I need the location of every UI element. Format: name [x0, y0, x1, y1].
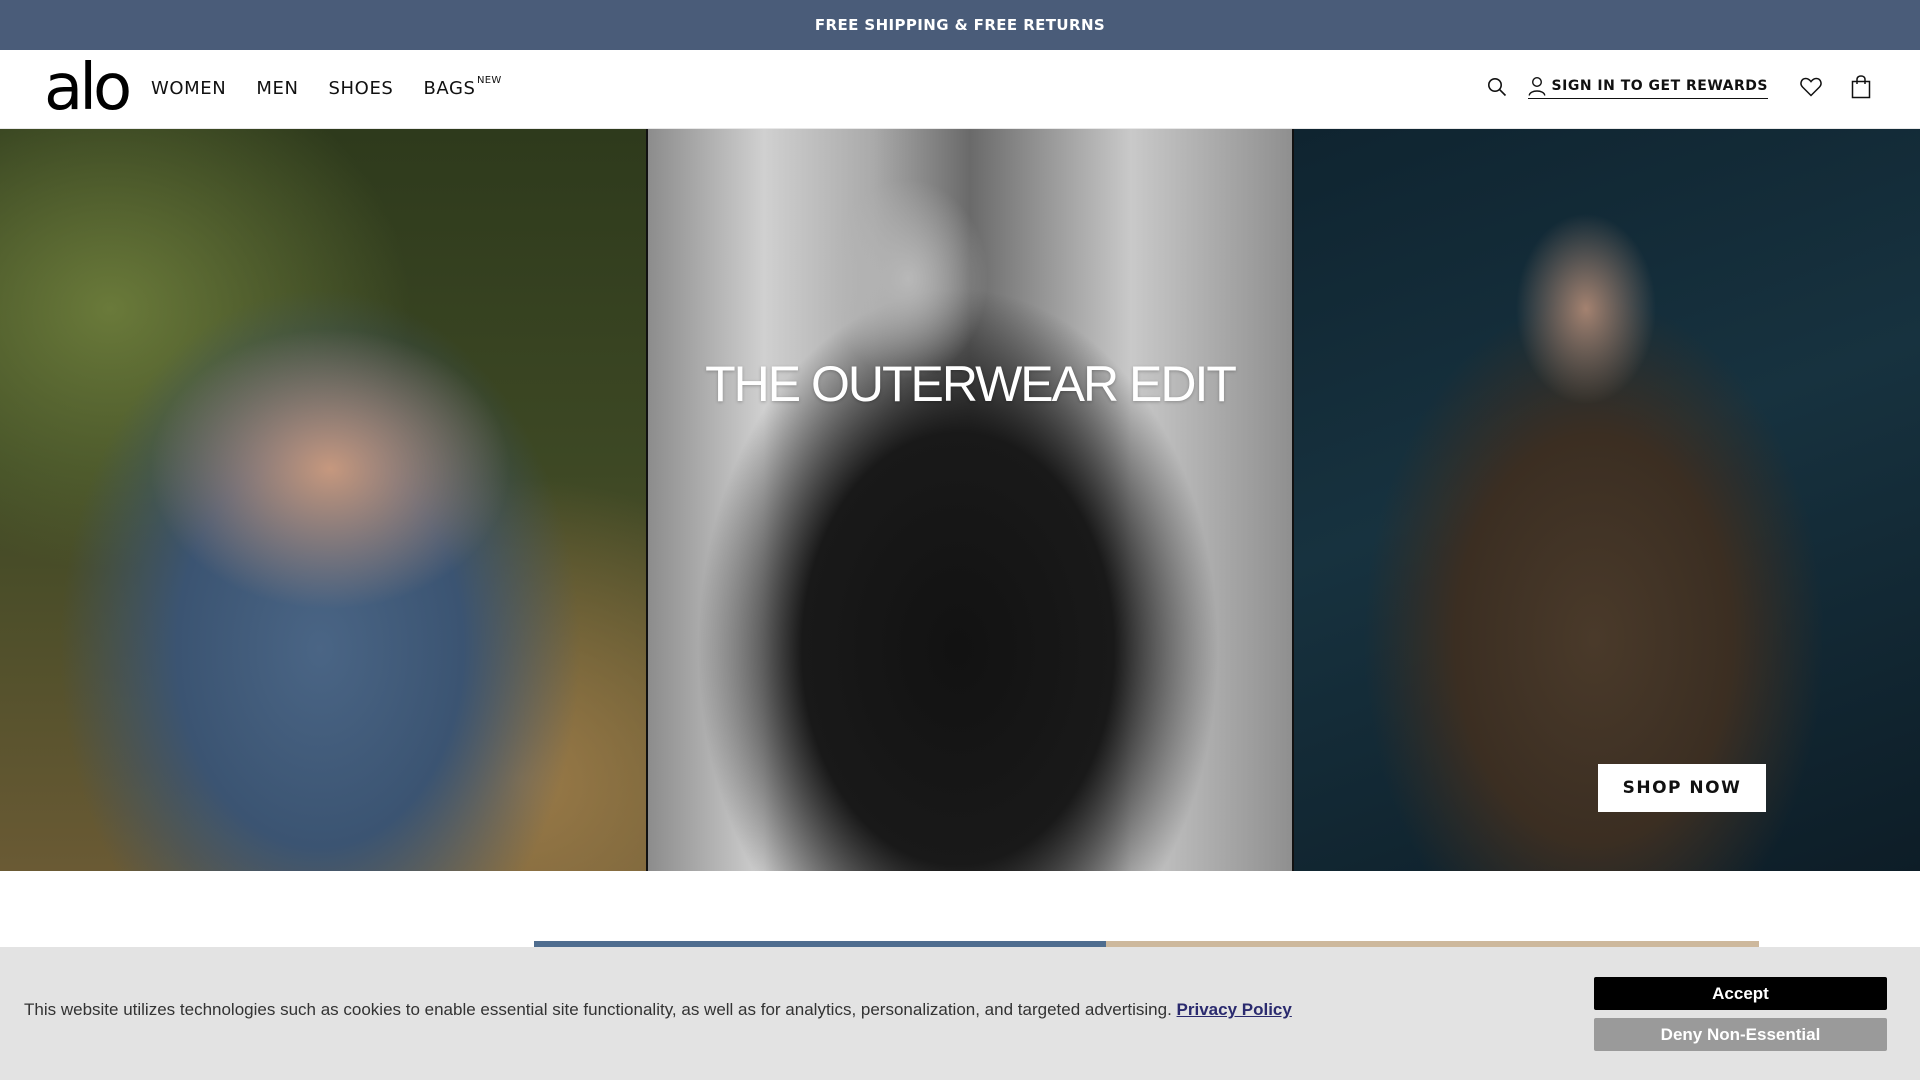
nav-item-women[interactable]: WOMEN	[151, 77, 226, 101]
header-actions: SIGN IN TO GET REWARDS	[1480, 70, 1878, 104]
sign-in-link[interactable]: SIGN IN TO GET REWARDS	[1527, 76, 1768, 99]
accept-button[interactable]: Accept	[1594, 977, 1887, 1010]
sign-in-label: SIGN IN TO GET REWARDS	[1551, 77, 1768, 94]
site-header: alo WOMEN MEN SHOES BAGS NEW SIGN IN TO …	[0, 50, 1920, 129]
hero-banner[interactable]	[0, 129, 1920, 871]
shopping-bag-icon[interactable]	[1844, 70, 1878, 104]
shop-now-button[interactable]: SHOP NOW	[1598, 764, 1766, 812]
nav-item-men[interactable]: MEN	[256, 77, 298, 101]
nav-item-label: MEN	[256, 78, 299, 99]
cookie-banner: This website utilizes technologies such …	[0, 947, 1920, 1080]
cookie-text: This website utilizes technologies such …	[24, 1000, 1172, 1019]
announcement-bar: FREE SHIPPING & FREE RETURNS	[0, 0, 1920, 50]
privacy-policy-link[interactable]: Privacy Policy	[1177, 1000, 1292, 1019]
hero-image-left	[0, 129, 646, 871]
nav-item-label: WOMEN	[151, 78, 227, 99]
nav-item-shoes[interactable]: SHOES	[329, 77, 394, 101]
cookie-message: This website utilizes technologies such …	[24, 1000, 1292, 1020]
new-badge: NEW	[476, 75, 502, 86]
heart-icon[interactable]	[1794, 70, 1828, 104]
content-spacer	[0, 871, 1920, 941]
hero-title: THE OUTERWEAR EDIT	[705, 356, 1237, 412]
nav-item-bags[interactable]: BAGS NEW	[423, 75, 501, 101]
user-icon	[1528, 76, 1546, 96]
main-nav: WOMEN MEN SHOES BAGS NEW	[151, 75, 506, 101]
announcement-text: FREE SHIPPING & FREE RETURNS	[814, 16, 1106, 34]
hero-image-right	[1294, 129, 1920, 871]
deny-non-essential-button[interactable]: Deny Non-Essential	[1594, 1018, 1887, 1051]
nav-item-label: SHOES	[328, 78, 394, 99]
hero-image-center	[648, 129, 1292, 871]
search-icon[interactable]	[1480, 70, 1514, 104]
nav-item-label: BAGS	[423, 78, 476, 99]
brand-logo[interactable]: alo	[44, 56, 132, 120]
